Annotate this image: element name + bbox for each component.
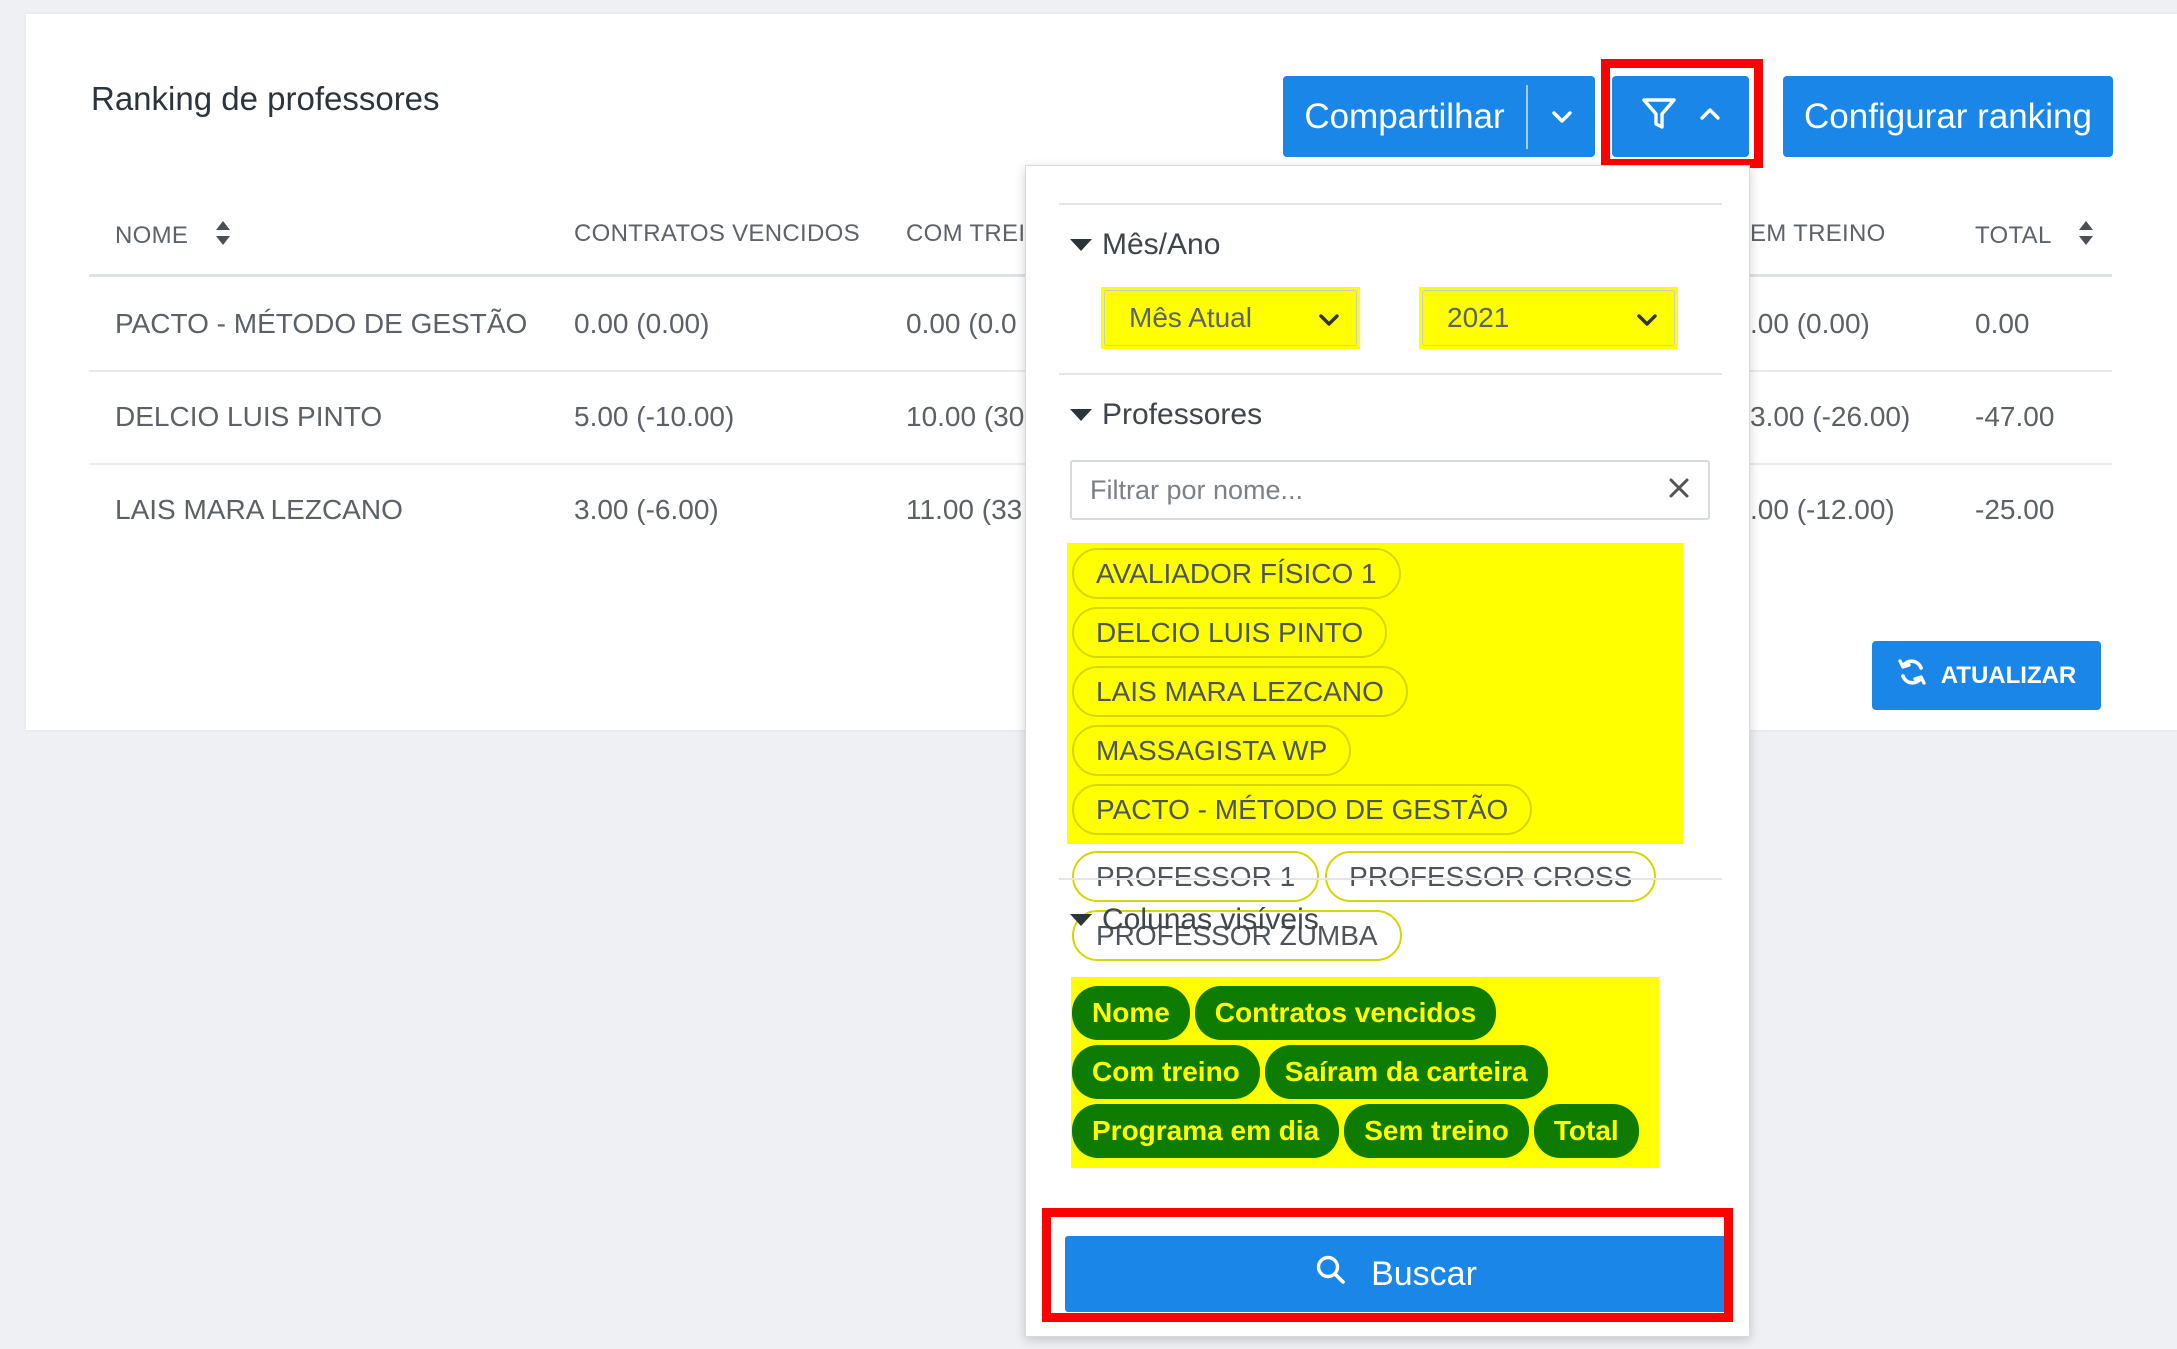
teacher-chip[interactable]: AVALIADOR FÍSICO 1 — [1072, 548, 1401, 599]
column-chip-list: Nome Contratos vencidos Com treino Saíra… — [1072, 986, 1656, 1158]
column-header-nome[interactable]: NOME — [115, 220, 231, 253]
teacher-chip[interactable]: PACTO - MÉTODO DE GESTÃO — [1072, 784, 1533, 835]
columns-section-toggle[interactable]: Colunas visíveis — [1070, 903, 1319, 937]
cell-total: 0.00 — [1975, 308, 2030, 339]
column-chip[interactable]: Saíram da carteira — [1264, 1045, 1548, 1099]
refresh-icon — [1897, 657, 1927, 694]
teachers-section-toggle[interactable]: Professores — [1070, 398, 1262, 432]
cell-contratos: 0.00 (0.00) — [574, 308, 710, 339]
column-chip[interactable]: Programa em dia — [1072, 1104, 1340, 1158]
teacher-chip[interactable]: MASSAGISTA WP — [1072, 725, 1352, 776]
cell-total: -47.00 — [1975, 401, 2055, 432]
close-icon[interactable] — [1668, 477, 1690, 504]
cell-sem-treino: .00 (-12.00) — [1750, 494, 1895, 525]
column-chip[interactable]: Com treino — [1072, 1045, 1260, 1099]
cell-com-treino: 10.00 (30 — [906, 401, 1025, 432]
column-header-contratos: CONTRATOS VENCIDOS — [574, 220, 860, 247]
month-select[interactable]: Mês Atual — [1104, 290, 1357, 346]
sort-icon — [215, 220, 231, 253]
cell-sem-treino: 3.00 (-26.00) — [1750, 401, 1911, 432]
configure-ranking-button[interactable]: Configurar ranking — [1783, 76, 2113, 157]
caret-down-icon — [1070, 409, 1092, 421]
sort-icon — [2078, 220, 2094, 253]
cell-sem-treino: .00 (0.00) — [1750, 308, 1870, 339]
cell-com-treino: 0.00 (0.0 — [906, 308, 1017, 339]
share-button-label: Compartilhar — [1304, 96, 1505, 136]
cell-nome: LAIS MARA LEZCANO — [115, 494, 403, 525]
chevron-down-icon — [1318, 302, 1340, 334]
refresh-button[interactable]: ATUALIZAR — [1872, 641, 2101, 710]
year-select[interactable]: 2021 — [1422, 290, 1675, 346]
teacher-chip-list: AVALIADOR FÍSICO 1 DELCIO LUIS PINTO LAI… — [1072, 548, 1678, 961]
page-title: Ranking de professores — [91, 80, 440, 117]
column-header-com-treino: COM TREI — [906, 220, 1026, 247]
column-chip[interactable]: Contratos vencidos — [1194, 986, 1497, 1040]
cell-nome: DELCIO LUIS PINTO — [115, 401, 383, 432]
teacher-chip[interactable]: PROFESSOR CROSS — [1325, 851, 1657, 902]
teacher-chip[interactable]: DELCIO LUIS PINTO — [1072, 607, 1388, 658]
cell-contratos: 3.00 (-6.00) — [574, 494, 719, 525]
column-header-total[interactable]: TOTAL — [1975, 220, 2094, 253]
teacher-chip[interactable]: PROFESSOR 1 — [1072, 851, 1320, 902]
chevron-down-icon[interactable] — [1528, 110, 1595, 124]
month-year-section-toggle[interactable]: Mês/Ano — [1070, 228, 1220, 262]
popover-divider — [1059, 373, 1722, 375]
cell-total: -25.00 — [1975, 494, 2055, 525]
column-chip[interactable]: Nome — [1072, 986, 1190, 1040]
filter-popover: Mês/Ano Mês Atual 2021 Professores Filtr… — [1025, 165, 1750, 1337]
teacher-search-input[interactable]: Filtrar por nome... — [1070, 460, 1710, 520]
popover-divider — [1059, 878, 1722, 880]
caret-down-icon — [1070, 914, 1092, 926]
chevron-down-icon — [1636, 302, 1658, 334]
column-header-sem-treino: EM TREINO — [1750, 220, 1886, 247]
cell-contratos: 5.00 (-10.00) — [574, 401, 735, 432]
search-button-highlight — [1042, 1208, 1733, 1322]
filter-button-highlight — [1601, 59, 1763, 168]
column-chip[interactable]: Sem treino — [1344, 1104, 1529, 1158]
share-button[interactable]: Compartilhar — [1283, 76, 1595, 157]
popover-divider — [1059, 203, 1722, 205]
cell-com-treino: 11.00 (33 — [906, 494, 1023, 525]
caret-down-icon — [1070, 239, 1092, 251]
teacher-chip[interactable]: LAIS MARA LEZCANO — [1072, 666, 1408, 717]
cell-nome: PACTO - MÉTODO DE GESTÃO — [115, 308, 528, 339]
column-chip[interactable]: Total — [1533, 1104, 1639, 1158]
